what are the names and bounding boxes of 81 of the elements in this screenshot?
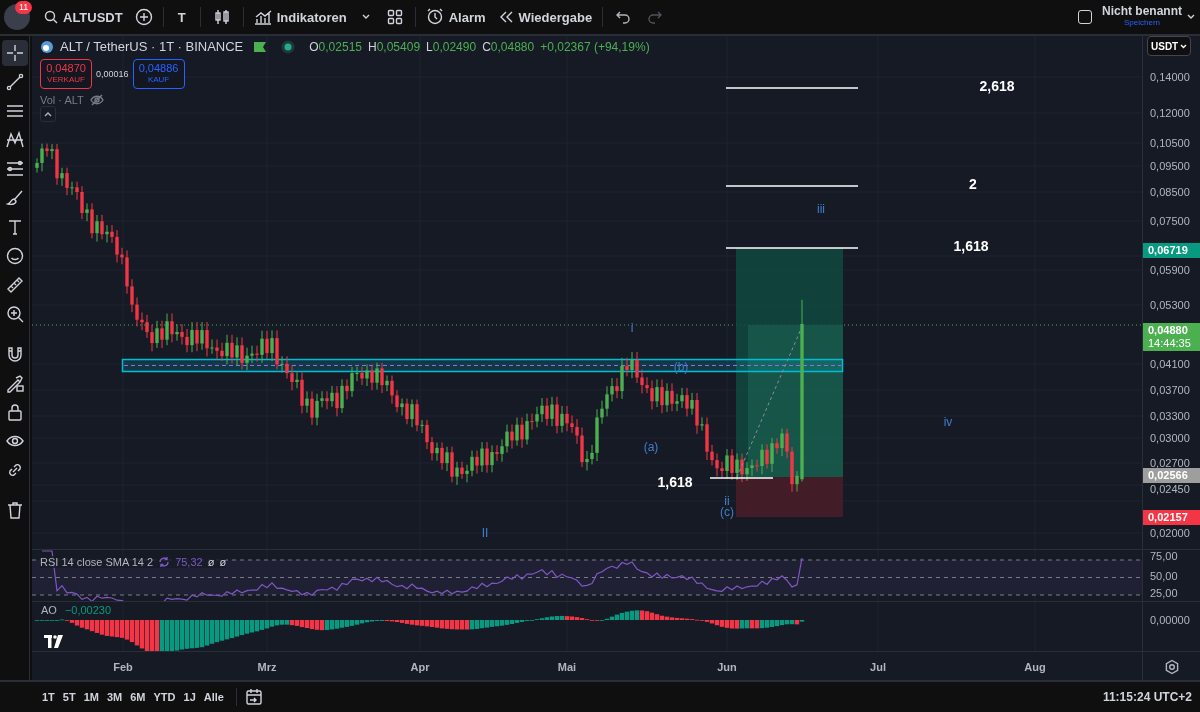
price-badge: 0,04880 14:44:35 bbox=[1143, 323, 1200, 351]
wave-label: (c) bbox=[720, 505, 734, 519]
wave-label: (a) bbox=[643, 440, 659, 454]
rsi-tick: 50,00 bbox=[1150, 570, 1178, 582]
ohlc-value: 0,04880 bbox=[490, 39, 535, 54]
price-tick: 0,02000 bbox=[1150, 527, 1190, 539]
save-link[interactable]: Speichern bbox=[1124, 17, 1160, 29]
price-badge: 0,06719 bbox=[1143, 243, 1200, 258]
time-label: Aug bbox=[1024, 661, 1046, 673]
range-button[interactable]: 6M bbox=[126, 688, 150, 706]
indicator-title[interactable]: AO bbox=[41, 604, 57, 617]
indicator-value: ø bbox=[219, 556, 227, 568]
price-tick: 0,05300 bbox=[1150, 299, 1190, 311]
price-tick: 0,02450 bbox=[1150, 483, 1190, 495]
indicator-value: 75,32 bbox=[175, 556, 203, 568]
range-button[interactable]: YTD bbox=[149, 688, 180, 706]
price-tick: 0,08500 bbox=[1150, 186, 1190, 198]
range-button[interactable]: 1T bbox=[38, 688, 59, 706]
fib-level-label: 1,618 bbox=[953, 238, 989, 254]
ohlc-label: O bbox=[309, 39, 319, 54]
range-button[interactable]: 3M bbox=[102, 688, 127, 706]
rsi-tick: 75,00 bbox=[1150, 550, 1178, 562]
price-tick: 0,10500 bbox=[1150, 137, 1190, 149]
wave-label: iv bbox=[943, 415, 953, 429]
wave-label: II bbox=[481, 526, 489, 540]
time-label: Mrz bbox=[257, 661, 277, 673]
price-tick: 0,07500 bbox=[1150, 215, 1190, 227]
time-label: Feb bbox=[113, 661, 133, 673]
ohlc-label: C bbox=[482, 39, 491, 54]
price-tick: 0,03700 bbox=[1150, 384, 1190, 396]
range-button[interactable]: 1M bbox=[79, 688, 103, 706]
range-button[interactable]: Alle bbox=[199, 688, 228, 706]
ao-tick: 0,00000 bbox=[1150, 614, 1190, 626]
time-label: Apr bbox=[410, 661, 430, 673]
ohlc-value: 0,02515 bbox=[318, 39, 362, 54]
symbol-search-button[interactable]: ALTUSDT bbox=[38, 5, 129, 29]
ohlc-value: 0,02490 bbox=[432, 39, 477, 54]
ohlc-value: 0,05409 bbox=[376, 39, 421, 54]
wave-label: iii bbox=[817, 202, 825, 216]
interval-button[interactable]: T bbox=[167, 5, 196, 29]
price-tick: 0,05900 bbox=[1150, 264, 1190, 276]
fib-level-label: 2 bbox=[969, 176, 977, 192]
buy-button[interactable]: 0,04886 KAUF bbox=[132, 59, 185, 89]
range-button[interactable]: 5T bbox=[58, 688, 80, 706]
time-label: Jul bbox=[870, 661, 886, 673]
ohlc-label: H bbox=[368, 39, 377, 54]
price-change: +0,02367 (+94,19%) bbox=[540, 39, 650, 54]
rsi-tick: 25,00 bbox=[1150, 587, 1178, 599]
wave-label: (b) bbox=[673, 360, 689, 374]
currency-button[interactable]: USDT bbox=[1147, 36, 1191, 56]
sell-button[interactable]: 0,04870 VERKAUF bbox=[40, 59, 92, 89]
price-tick: 0,09500 bbox=[1150, 160, 1190, 172]
time-label: Jun bbox=[717, 661, 737, 673]
price-tick: 0,04100 bbox=[1150, 358, 1190, 370]
spread-value: 0,00016 bbox=[96, 69, 129, 79]
price-tick: 0,02700 bbox=[1150, 457, 1190, 469]
replay-button[interactable]: Wiedergabe bbox=[491, 5, 599, 29]
symbol-title[interactable]: ALT / TetherUS · 1T · BINANCE bbox=[60, 39, 244, 54]
price-tick: 0,03300 bbox=[1150, 410, 1190, 422]
indicators-button[interactable]: Indikatoren bbox=[247, 5, 353, 29]
notification-badge: 11 bbox=[15, 1, 33, 14]
price-badge: 0,02566 bbox=[1143, 468, 1200, 483]
layout-name[interactable]: Nicht benannt bbox=[1102, 5, 1182, 17]
price-tick: 0,12000 bbox=[1150, 107, 1190, 119]
alarm-button[interactable]: Alarm bbox=[419, 4, 492, 30]
fib-level-label: 1,618 bbox=[657, 474, 693, 490]
indicator-title[interactable]: RSI 14 close SMA 14 2 bbox=[40, 556, 154, 568]
price-tick: 0,03000 bbox=[1150, 432, 1190, 444]
indicator-value: −0,00230 bbox=[64, 604, 112, 617]
range-button[interactable]: 1J bbox=[179, 688, 200, 706]
wave-label: i bbox=[630, 321, 634, 335]
wave-label: ii bbox=[724, 494, 730, 508]
volume-label: Vol · ALT bbox=[40, 94, 84, 106]
clock: 11:15:24 UTC+2 bbox=[1102, 690, 1192, 704]
price-badge: 0,02157 bbox=[1143, 510, 1200, 525]
time-label: Mai bbox=[557, 661, 577, 673]
fib-level-label: 2,618 bbox=[979, 78, 1015, 94]
indicator-value: ø bbox=[207, 556, 215, 568]
ohlc-label: L bbox=[426, 39, 433, 54]
price-tick: 0,14000 bbox=[1150, 71, 1190, 83]
user-avatar[interactable]: 11 bbox=[4, 4, 30, 30]
